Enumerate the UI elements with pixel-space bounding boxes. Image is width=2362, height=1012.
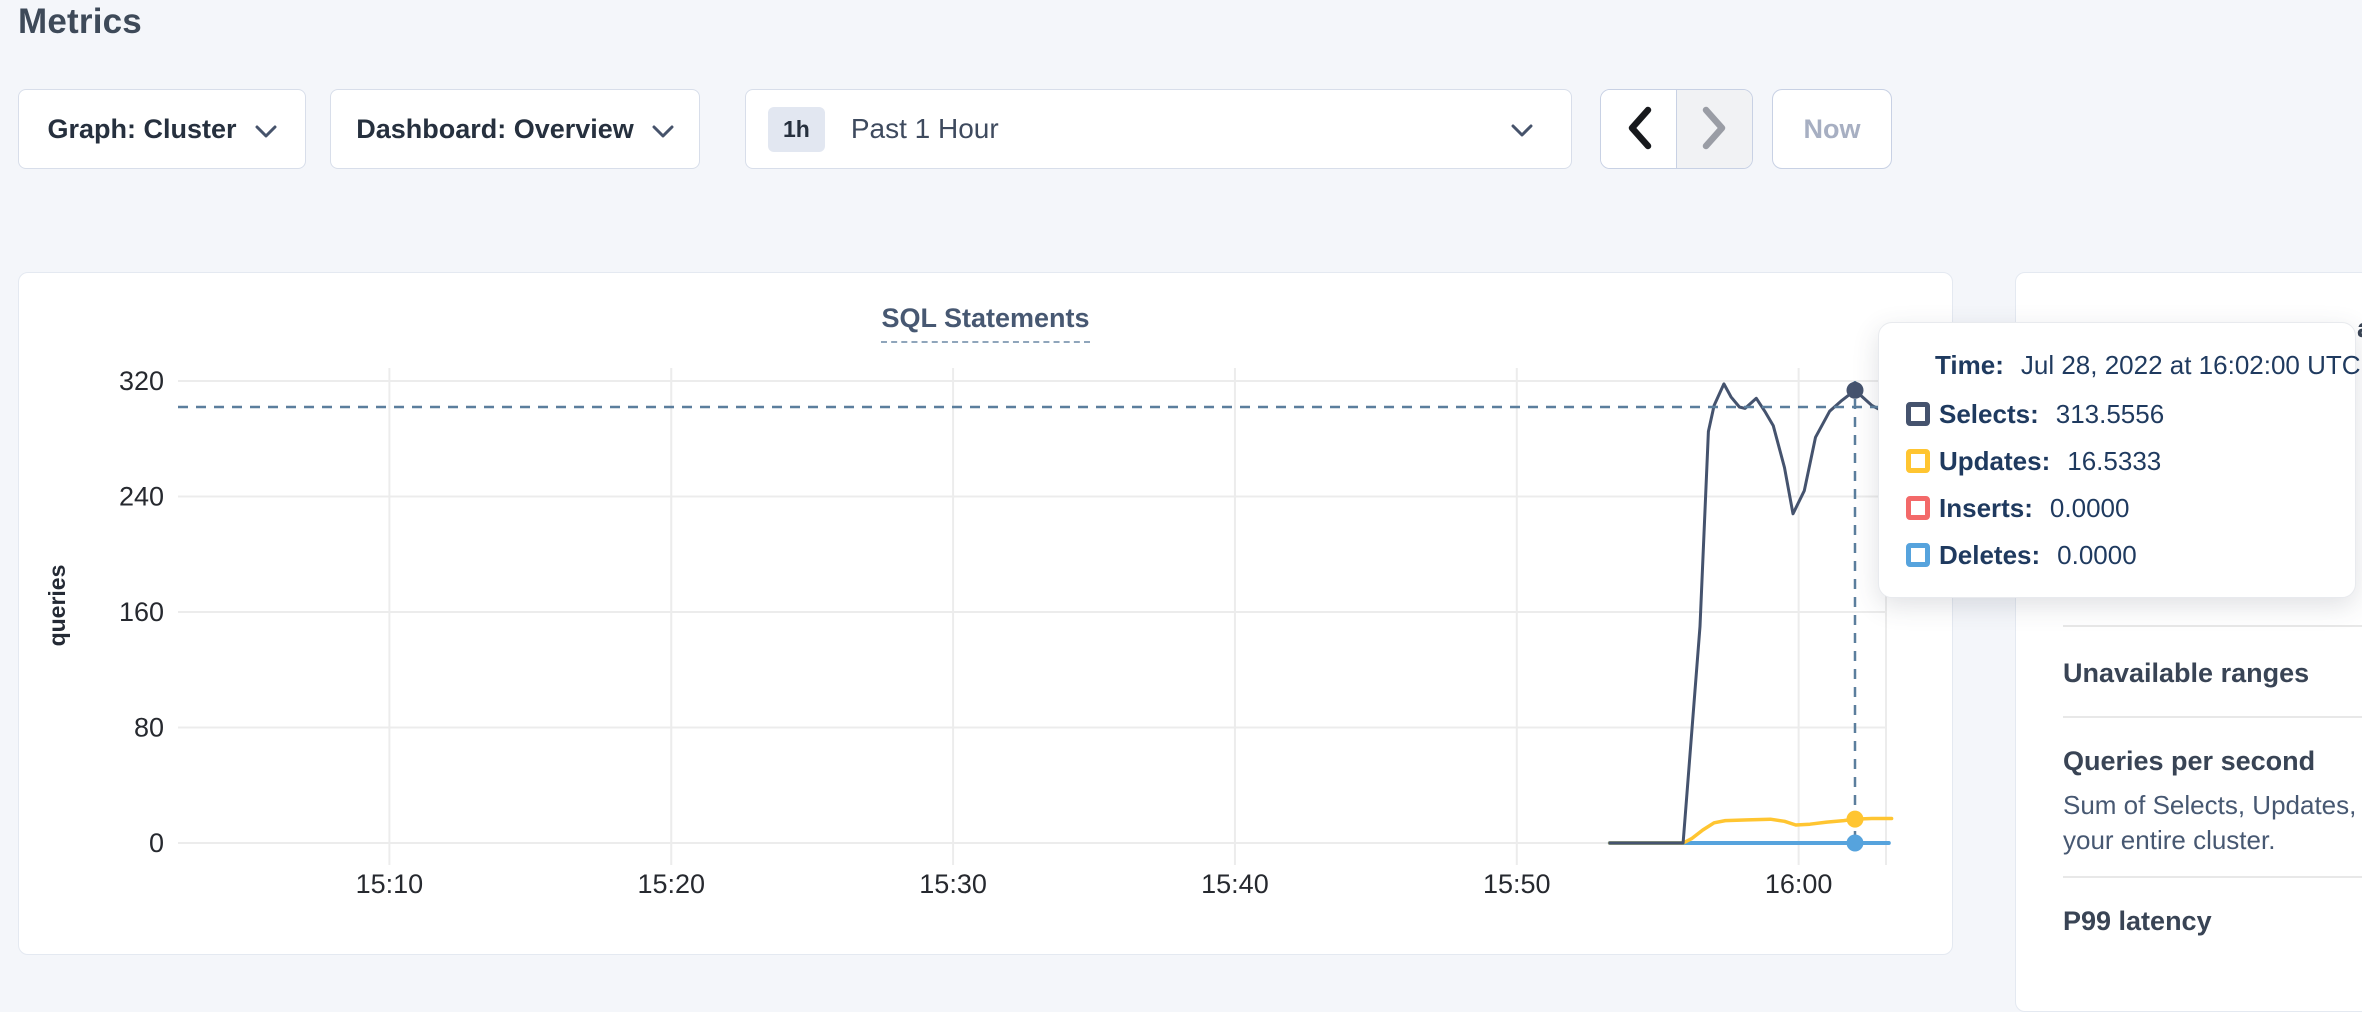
page-title: Metrics: [18, 2, 142, 42]
y-tick-label: 240: [119, 481, 164, 511]
sidebar-partial-heading: a: [2357, 313, 2362, 344]
x-tick-label: 15:10: [356, 869, 424, 899]
series-line-selects: [1610, 384, 1881, 843]
x-tick-label: 15:50: [1483, 869, 1551, 899]
sql-statements-chart-panel: SQL Statements 08016024032015:1015:2015:…: [18, 272, 1953, 955]
dashboard-select-button[interactable]: Dashboard: Overview: [330, 89, 700, 169]
time-range-label: Past 1 Hour: [851, 113, 999, 145]
x-tick-label: 15:40: [1201, 869, 1269, 899]
updates-swatch-icon: [1906, 449, 1930, 473]
tooltip-series-label: Updates:: [1939, 446, 2050, 477]
sql-statements-chart[interactable]: 0 80 160 240 320 15:10 15:20 15:30 15:40 15:50 16:…: [19, 273, 1954, 956]
tooltip-series-label: Deletes:: [1939, 540, 2040, 571]
sidebar-item-description-line: your entire cluster.: [2063, 825, 2275, 856]
deletes-swatch-icon: [1906, 543, 1930, 567]
tooltip-series-label: Inserts:: [1939, 493, 2033, 524]
x-tick-label: 15:30: [919, 869, 987, 899]
divider: [2063, 625, 2362, 627]
chevron-down-icon: [1511, 124, 1533, 142]
chevron-right-icon: [1700, 105, 1730, 154]
tooltip-time-row: Time: Jul 28, 2022 at 16:02:00 UTC: [1879, 350, 2355, 380]
y-tick-label: 320: [119, 366, 164, 396]
dashboard-select-label: Dashboard: Overview: [356, 114, 634, 145]
hover-dot-deletes: [1846, 835, 1863, 852]
chart-tooltip: Time: Jul 28, 2022 at 16:02:00 UTC Selec…: [1878, 322, 2356, 598]
time-nav-group: [1600, 89, 1753, 169]
time-prev-button[interactable]: [1601, 90, 1677, 168]
y-tick-label: 0: [149, 828, 164, 858]
tooltip-series-value: 0.0000: [2057, 540, 2137, 571]
time-range-badge: 1h: [768, 107, 825, 152]
tooltip-time-value: Jul 28, 2022 at 16:02:00 UTC: [2021, 350, 2361, 381]
sidebar-item-queries-per-second: Queries per second: [2063, 746, 2315, 777]
inserts-swatch-icon: [1906, 496, 1930, 520]
divider: [2063, 716, 2362, 718]
graph-select-button[interactable]: Graph: Cluster: [18, 89, 306, 169]
tooltip-series-row: Updates: 16.5333: [1879, 446, 2355, 476]
tooltip-series-row: Inserts: 0.0000: [1879, 493, 2355, 523]
y-axis-label: queries: [44, 565, 70, 647]
tooltip-series-value: 313.5556: [2056, 399, 2164, 430]
x-tick-label: 16:00: [1765, 869, 1833, 899]
divider: [2063, 876, 2362, 878]
y-tick-label: 80: [134, 712, 164, 742]
chevron-down-icon: [255, 114, 277, 145]
time-next-button[interactable]: [1677, 90, 1752, 168]
chevron-down-icon: [652, 114, 674, 145]
tooltip-series-row: Deletes: 0.0000: [1879, 540, 2355, 570]
tooltip-series-row: Selects: 313.5556: [1879, 399, 2355, 429]
tooltip-time-label: Time:: [1935, 350, 2004, 381]
hover-dot-selects: [1846, 382, 1863, 399]
sidebar-item-description-line: Sum of Selects, Updates, Inser: [2063, 790, 2362, 821]
chevron-left-icon: [1624, 105, 1654, 154]
sidebar-item-p99-latency: P99 latency: [2063, 906, 2212, 937]
sidebar-item-unavailable-ranges: Unavailable ranges: [2063, 658, 2309, 689]
x-tick-label: 15:20: [637, 869, 705, 899]
hover-dot-updates: [1846, 811, 1863, 828]
tooltip-series-value: 16.5333: [2067, 446, 2161, 477]
time-range-select[interactable]: 1h Past 1 Hour: [745, 89, 1572, 169]
now-button[interactable]: Now: [1772, 89, 1892, 169]
tooltip-series-label: Selects:: [1939, 399, 2039, 430]
selects-swatch-icon: [1906, 402, 1930, 426]
graph-select-label: Graph: Cluster: [47, 114, 236, 145]
tooltip-series-value: 0.0000: [2050, 493, 2130, 524]
y-tick-label: 160: [119, 597, 164, 627]
